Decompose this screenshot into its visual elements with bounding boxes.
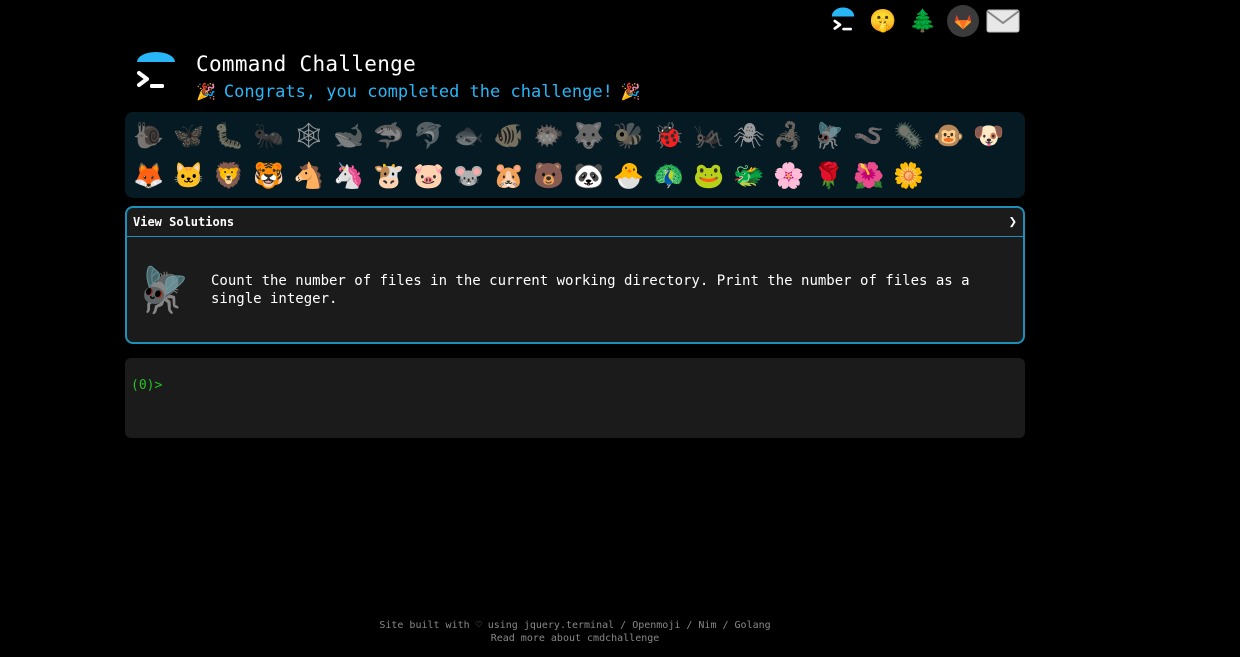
challenge-emoji-icon[interactable]: 🦚 [649, 156, 689, 196]
challenge-emoji-icon[interactable]: 🐡 [529, 116, 569, 156]
challenge-emoji-icon[interactable]: 🌹 [809, 156, 849, 196]
congrats-text: Congrats, you completed the challenge! [223, 82, 613, 102]
challenge-emoji-icon[interactable]: 🐱 [169, 156, 209, 196]
challenge-emoji-icon[interactable]: 🐲 [729, 156, 769, 196]
challenge-emoji-icon[interactable]: 🦄 [329, 156, 369, 196]
view-solutions-toggle[interactable]: View Solutions ❯ [127, 208, 1023, 237]
party-popper-icon: 🎉 [196, 82, 216, 101]
challenge-emoji-icon[interactable]: 🐝 [609, 116, 649, 156]
view-solutions-label: View Solutions [133, 215, 235, 229]
challenge-emoji-icon[interactable]: 🦗 [689, 116, 729, 156]
envelope-icon[interactable] [986, 4, 1020, 38]
subtitle: 🎉 Congrats, you completed the challenge!… [196, 79, 641, 105]
challenge-emoji-icon[interactable]: 🐵 [929, 116, 969, 156]
challenge-emoji-panel: 🐌 🦋 🐛 🐜 🕸 🐋 🦈 🐬 🐟 🐠 🐡 🐺 🐝 🐞 🦗 🕷 🦂 🪰 🪱 🦠 🐵 🐶 🦊 🐱 🦁 🐯 🐴 🦄 🐮 🐷 🐭 🐹 🐻 🐼 🐣 🦚 🐸 🐲 🌸… [125, 112, 1025, 198]
shushing-face-icon[interactable]: 🤫 [866, 4, 900, 38]
party-popper-icon: 🎉 [620, 82, 641, 101]
challenge-emoji-icon[interactable]: 🐭 [449, 156, 489, 196]
challenge-emoji-icon[interactable]: 🐹 [489, 156, 529, 196]
challenge-emoji-icon[interactable]: 🐬 [409, 116, 449, 156]
fly-icon: 🪰 [135, 264, 191, 316]
terminal[interactable]: (0)> [125, 358, 1025, 438]
challenge-emoji-icon[interactable]: 🌼 [889, 156, 929, 196]
challenge-emoji-icon[interactable]: 🐸 [689, 156, 729, 196]
page-header: Command Challenge 🎉 Congrats, you comple… [134, 50, 641, 105]
read-more-link[interactable]: Read more about cmdchallenge [491, 633, 660, 644]
challenge-emoji-icon[interactable]: 🐠 [489, 116, 529, 156]
gitlab-icon[interactable] [946, 4, 980, 38]
terminal-logo-icon[interactable] [134, 52, 178, 96]
challenge-description: 🪰 Count the number of files in the curre… [127, 237, 1023, 342]
terminal-prompt: (0)> [131, 378, 163, 393]
chevron-right-icon[interactable]: ❯ [1009, 214, 1017, 230]
challenge-emoji-icon[interactable]: 🐋 [329, 116, 369, 156]
challenge-emoji-icon[interactable]: 🐮 [369, 156, 409, 196]
challenge-emoji-icon[interactable]: 🐯 [249, 156, 289, 196]
page-title: Command Challenge [196, 52, 417, 76]
challenge-emoji-icon[interactable]: 🌺 [849, 156, 889, 196]
challenge-emoji-icon[interactable]: 🐺 [569, 116, 609, 156]
evergreen-tree-icon[interactable]: 🌲 [906, 4, 940, 38]
challenge-text: Count the number of files in the current… [211, 272, 970, 307]
challenge-emoji-icon[interactable]: 🌸 [769, 156, 809, 196]
challenge-emoji-icon[interactable]: 🐞 [649, 116, 689, 156]
challenge-emoji-icon[interactable]: 🐴 [289, 156, 329, 196]
challenge-emoji-icon[interactable]: 🐌 [129, 116, 169, 156]
challenge-emoji-icon[interactable]: 🦠 [889, 116, 929, 156]
challenge-emoji-icon[interactable]: 🐣 [609, 156, 649, 196]
challenge-emoji-icon[interactable]: 🪰 [809, 116, 849, 156]
challenge-emoji-icon[interactable]: 🦈 [369, 116, 409, 156]
challenge-emoji-icon[interactable]: 🦁 [209, 156, 249, 196]
challenge-emoji-icon[interactable]: 🕸 [289, 116, 329, 156]
challenge-emoji-icon[interactable]: 🦂 [769, 116, 809, 156]
footer-credits: Site built with ♡ using jquery.terminal … [379, 620, 771, 631]
challenge-emoji-icon[interactable]: 🐛 [209, 116, 249, 156]
challenge-emoji-icon[interactable]: 🐟 [449, 116, 489, 156]
challenge-emoji-icon[interactable]: 🐜 [249, 116, 289, 156]
emoji-row: 🐌 🦋 🐛 🐜 🕸 🐋 🦈 🐬 🐟 🐠 🐡 🐺 🐝 🐞 🦗 🕷 🦂 🪰 🪱 🦠 🐵 🐶 [129, 116, 1021, 156]
terminal-logo-icon[interactable] [826, 4, 860, 38]
challenge-emoji-icon[interactable]: 🦊 [129, 156, 169, 196]
challenge-emoji-icon[interactable]: 🐷 [409, 156, 449, 196]
challenge-emoji-icon[interactable]: 🦋 [169, 116, 209, 156]
challenge-emoji-icon[interactable]: 🕷 [729, 116, 769, 156]
challenge-emoji-icon[interactable]: 🪱 [849, 116, 889, 156]
footer: Site built with ♡ using jquery.terminal … [0, 619, 1150, 645]
challenge-emoji-icon[interactable]: 🐶 [969, 116, 1009, 156]
challenge-emoji-icon[interactable]: 🐼 [569, 156, 609, 196]
challenge-emoji-icon[interactable]: 🐻 [529, 156, 569, 196]
emoji-row: 🦊 🐱 🦁 🐯 🐴 🦄 🐮 🐷 🐭 🐹 🐻 🐼 🐣 🦚 🐸 🐲 🌸 🌹 🌺 🌼 [129, 156, 1021, 196]
solution-panel: View Solutions ❯ 🪰 Count the number of f… [125, 206, 1025, 344]
top-nav: 🤫 🌲 [826, 4, 1020, 38]
